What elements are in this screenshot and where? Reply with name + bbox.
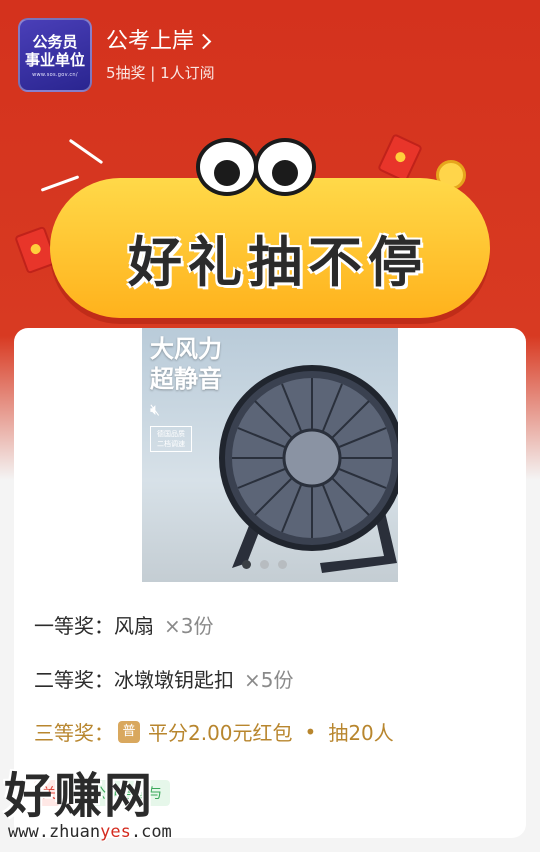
account-name-row[interactable]: 公考上岸 [106, 28, 215, 56]
carousel-dot-2[interactable] [260, 560, 269, 569]
logo-text-line1: 公务员 [32, 32, 78, 51]
feature-tag-line1: 德国品质 [157, 430, 185, 438]
mute-icon: 🔇︎ [150, 400, 161, 419]
squiggle-decoration [40, 175, 80, 192]
prize-quantity: ×5份 [244, 668, 294, 692]
prize-quantity: ×3份 [164, 614, 214, 638]
carousel-dot-1[interactable] [242, 560, 251, 569]
prize-rank: 二等奖： [34, 668, 114, 692]
prize-name: 风扇 [114, 614, 154, 638]
logo-text-line2: 事业单位 [24, 50, 85, 69]
account-header[interactable]: 公务员 事业单位 www.sos.gov.cn/ 公考上岸 5抽奖 | 1人订阅 [18, 18, 215, 92]
chevron-right-icon[interactable] [195, 33, 212, 50]
account-info[interactable]: 公考上岸 5抽奖 | 1人订阅 [106, 28, 215, 83]
product-image-carousel[interactable]: 大风力 超静音 🔇︎ 德国品质 二档调速 [142, 328, 398, 582]
carousel-dot-3[interactable] [278, 560, 287, 569]
watermark-url-suffix: .com [130, 822, 172, 842]
watermark-url-yes: yes [100, 822, 131, 842]
product-feature-tag: 德国品质 二档调速 [150, 426, 192, 452]
regular-badge: 普 [118, 720, 140, 743]
banner-slogan: 好礼抽不停 [128, 231, 428, 294]
prize-rank: 一等奖： [34, 614, 114, 638]
logo-url: www.sos.gov.cn/ [32, 71, 78, 78]
account-stats: 5抽奖 | 1人订阅 [106, 63, 215, 82]
prize-name: 冰墩墩钥匙扣 [114, 668, 234, 692]
feature-tag-line2: 二档调速 [157, 440, 185, 448]
cartoon-eye-left [196, 138, 258, 196]
watermark-url-prefix: www.zhuan [8, 822, 101, 842]
lottery-card: 大风力 超静音 🔇︎ 德国品质 二档调速 一等奖： 风扇 ×3份 二等奖： 冰墩… [14, 328, 526, 838]
watermark-url: www.zhuanyes.com [8, 822, 172, 842]
prize-winners: 抽20人 [328, 721, 394, 745]
site-watermark: 好赚网 www.zhuanyes.com [4, 770, 172, 842]
cartoon-eye-right [254, 138, 316, 196]
carousel-indicator[interactable] [242, 560, 287, 569]
account-logo[interactable]: 公务员 事业单位 www.sos.gov.cn/ [18, 18, 92, 92]
separator-dot: • [304, 719, 317, 744]
prize-row-first: 一等奖： 风扇 ×3份 [34, 610, 213, 639]
prize-row-third: 三等奖： 普 平分2.00元红包 • 抽20人 [34, 717, 394, 746]
squiggle-decoration [68, 138, 104, 165]
prize-name: 平分2.00元红包 [148, 721, 293, 745]
promo-banner: 好礼抽不停 [0, 120, 540, 335]
fan-illustration [219, 365, 398, 573]
account-name[interactable]: 公考上岸 [106, 28, 194, 56]
red-envelope-icon [377, 133, 423, 183]
watermark-title: 好赚网 [4, 768, 155, 824]
prize-rank: 三等奖： [34, 721, 114, 745]
prize-row-second: 二等奖： 冰墩墩钥匙扣 ×5份 [34, 664, 293, 693]
